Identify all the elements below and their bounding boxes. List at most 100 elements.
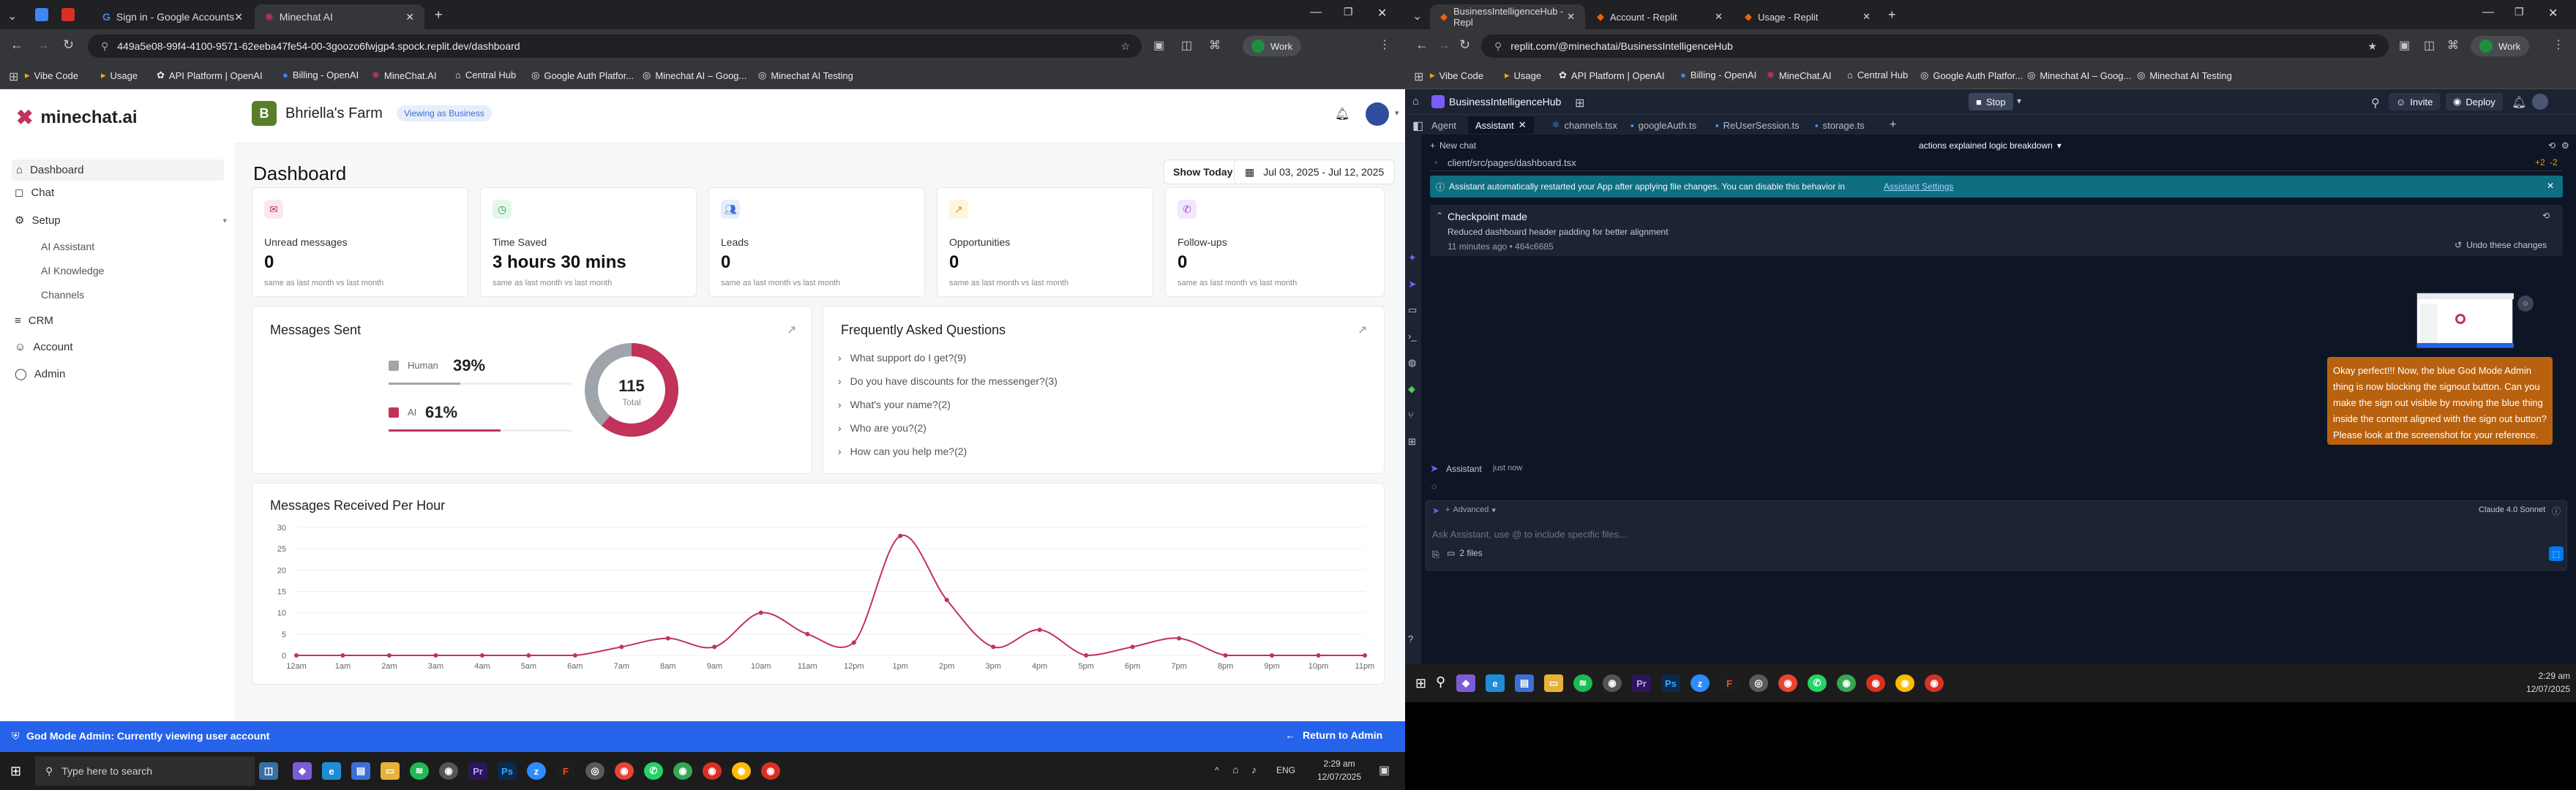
deploy-button[interactable]: ◉ Deploy [2446,93,2503,110]
tab-replit-usage[interactable]: ◆ Usage - Replit ✕ [1734,4,1881,29]
url-field[interactable]: ⚲ 449a5e08-99f4-4100-9571-62eeba47fe54-0… [88,34,1142,58]
secrets-icon[interactable]: ◆ [1408,383,1415,395]
obs-icon[interactable]: ◎ [585,762,604,780]
reload-icon[interactable]: ↻ [1459,37,1470,53]
sidebar-item-channels[interactable]: Channels [41,289,84,301]
tab-replit-project[interactable]: ◆ BusinessIntelligenceHub - Repl ✕ [1430,4,1585,29]
tab-replit-account[interactable]: ◆ Account - Replit ✕ [1587,4,1733,29]
bookmark-item[interactable]: ◎ Google Auth Platfor... [531,69,634,81]
premiere-icon[interactable]: Pr [468,762,487,780]
maximize-icon[interactable]: ❐ [2515,6,2524,18]
search-icon[interactable]: ⚲ [2371,96,2380,110]
bookmark-item[interactable]: ◎ Minechat AI – Goog... [643,69,746,81]
assistant-settings-link[interactable]: Assistant Settings [1884,181,1953,192]
file-change-row[interactable]: ◦ client/src/pages/dashboard.tsx +2 -2 [1430,155,2563,171]
git-icon[interactable]: ⑂ [1408,410,1414,421]
chrome-profile-icon[interactable]: ◉ [1866,674,1885,692]
sidebar-toggle-icon[interactable]: ◧ [1412,118,1423,133]
webview-icon[interactable]: ▭ [1408,304,1417,316]
model-selector[interactable]: Claude 4.0 Sonnet [2479,505,2545,514]
bookmark-item[interactable]: ● Billing - OpenAI [282,69,359,80]
window-close-icon[interactable]: ✕ [2548,6,2558,20]
bookmark-item[interactable]: ⌂ Central Hub [455,69,516,80]
back-icon[interactable]: ← [1415,37,1429,53]
bookmark-item[interactable]: ▸ Vibe Code [25,69,78,81]
bookmark-item[interactable]: ▸ Vibe Code [1430,69,1483,81]
sidebar-item-admin[interactable]: ◯ Admin [15,367,65,381]
chrome-profile-icon[interactable]: ◉ [761,762,780,780]
url-field[interactable]: ⚲ replit.com/@minechatai/BusinessIntelli… [1481,34,2389,58]
info-icon[interactable]: ⓘ [2552,505,2561,517]
close-icon[interactable]: ✕ [1567,11,1575,23]
back-icon[interactable]: ← [10,37,23,53]
language-indicator[interactable]: ENG [1276,765,1295,775]
bookmark-item[interactable]: ● Billing - OpenAI [1680,69,1756,80]
profile-chip[interactable]: Work [1243,36,1302,56]
close-icon[interactable]: ✕ [1862,11,1871,23]
sidebar-item-setup[interactable]: ⚙ Setup ▾ [15,214,227,227]
bookmark-item[interactable]: ◎ Minechat AI Testing [758,69,853,81]
faq-item[interactable]: › What's your name?(2) [838,399,951,410]
show-today-button[interactable]: Show Today [1164,159,1243,184]
history-icon[interactable]: ⟲ [2548,140,2556,151]
faq-item[interactable]: › How can you help me?(2) [838,445,967,457]
extensions-icon[interactable]: ▣ [2399,38,2410,53]
maximize-icon[interactable]: ❐ [1344,6,1353,18]
sidebar-item-chat[interactable]: ◻ Chat [15,186,54,200]
window-close-icon[interactable]: ✕ [1377,6,1387,20]
chrome-profile-icon[interactable]: ◉ [1925,674,1944,692]
assistant-icon[interactable]: ➤ [1408,278,1417,290]
chrome-icon[interactable]: ◉ [1778,674,1797,692]
bookmark-item[interactable]: ✺ MineChat.AI [372,69,436,81]
forward-icon[interactable]: → [37,37,50,53]
file-explorer-icon[interactable]: ▭ [1544,674,1563,692]
shell-icon[interactable]: ›_ [1408,331,1417,342]
search-icon[interactable]: ⚲ [1436,674,1445,690]
chat-title-dropdown[interactable]: actions explained logic breakdown ▾ [1919,140,2062,151]
obs-icon[interactable]: ◎ [1749,674,1768,692]
minimize-icon[interactable]: — [1310,6,1322,19]
volume-icon[interactable]: ♪ [1251,764,1257,775]
store-icon[interactable]: ▤ [1515,674,1534,692]
site-info-icon[interactable]: ⚲ [101,40,108,53]
spotify-icon[interactable]: ≋ [1573,674,1592,692]
tab-minechat[interactable]: ✺ Minechat AI ✕ [255,4,424,29]
project-name[interactable]: BusinessIntelligenceHub [1449,96,1561,108]
taskbar-app-icon[interactable]: ◆ [293,762,312,780]
windows-start-icon[interactable]: ⊞ [10,764,21,779]
database-icon[interactable]: ◍ [1408,357,1416,369]
bookmark-item[interactable]: ◎ Minechat AI – Goog... [2027,69,2131,81]
chrome-icon[interactable]: ◉ [615,762,634,780]
tab-search-icon[interactable]: ⌄ [1412,9,1422,23]
taskbar-app-icon[interactable]: ◆ [1456,674,1475,692]
bookmark-item[interactable]: ◎ Minechat AI Testing [2137,69,2232,81]
attached-screenshot-thumb[interactable] [2416,293,2514,348]
tab-assistant[interactable]: Assistant ✕ [1468,116,1534,134]
chrome-profile-icon[interactable]: ◉ [1837,674,1856,692]
chrome-profile-icon[interactable]: ◉ [1895,674,1914,692]
bookmark-star-icon[interactable]: ☆ [1120,40,1130,53]
attached-files-chip[interactable]: ▭ 2 files [1447,548,1483,558]
bookmark-item[interactable]: ✺ MineChat.AI [1767,69,1831,81]
bell-icon[interactable]: 🔔︎ [1335,107,1349,121]
return-to-admin-button[interactable]: ← Return to Admin [1285,729,1382,741]
apps-grid-icon[interactable]: ⊞ [1414,69,1423,84]
chrome-profile-icon[interactable]: ◉ [703,762,722,780]
tray-chevron-up-icon[interactable]: ^ [1215,765,1219,775]
invite-button[interactable]: ☺ Invite [2389,93,2441,110]
bookmark-item[interactable]: ▸ Usage [101,69,138,81]
photoshop-icon[interactable]: Ps [498,762,517,780]
apps-grid-icon[interactable]: ⊞ [9,69,18,84]
chevron-down-icon[interactable]: ▾ [2017,96,2021,106]
new-tab-icon[interactable]: + [1888,7,1896,23]
help-icon[interactable]: ? [1408,633,1413,644]
store-icon[interactable]: ▤ [351,762,370,780]
zoom-icon[interactable]: z [1690,674,1710,692]
brand-logo[interactable]: ✖ minechat.ai [16,105,138,129]
extension-2-icon[interactable]: ◫ [1181,38,1192,53]
sidebar-item-dashboard[interactable]: ⌂ Dashboard [12,159,224,181]
menu-kebab-icon[interactable]: ⋮ [2553,37,2564,52]
site-info-icon[interactable]: ⚲ [1494,40,1502,53]
bookmark-item[interactable]: ▸ Usage [1505,69,1541,81]
close-icon[interactable]: ✕ [2547,181,2554,191]
